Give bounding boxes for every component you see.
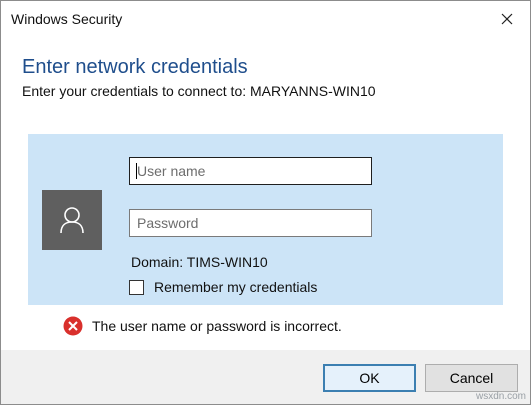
dialog-heading: Enter network credentials [22,56,248,78]
checkbox-box[interactable] [129,279,144,295]
window-title: Windows Security [11,11,123,27]
error-icon [63,316,83,336]
title-bar: Windows Security [1,1,530,37]
dialog-subheading: Enter your credentials to connect to: MA… [22,83,376,99]
password-input[interactable] [129,209,372,237]
avatar [42,190,102,250]
close-button[interactable] [484,1,530,37]
remember-credentials-checkbox[interactable]: Remember my credentials [129,279,317,295]
windows-security-dialog: Windows Security Enter network credentia… [0,0,531,405]
text-caret [136,163,137,179]
user-icon [60,207,84,234]
remember-credentials-label: Remember my credentials [154,279,318,295]
watermark: wsxdn.com [475,391,526,402]
error-message: The user name or password is incorrect. [92,318,342,334]
ok-button[interactable]: OK [323,364,416,392]
cancel-button[interactable]: Cancel [425,364,518,392]
close-icon [501,13,513,25]
error-message-row: The user name or password is incorrect. [63,316,342,336]
domain-label: Domain: TIMS-WIN10 [131,254,268,270]
username-input[interactable] [129,157,372,185]
